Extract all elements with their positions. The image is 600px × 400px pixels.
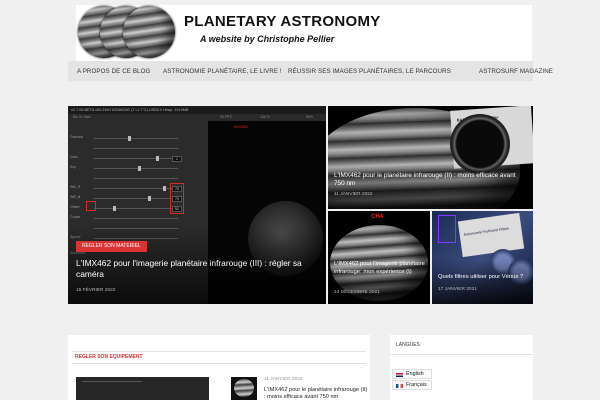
section-title[interactable]: REGLER SON EQUIPEMENT: [75, 354, 143, 360]
featured-post-main[interactable]: v2.7.06 BETA x64 ZWO ASI462MC (T=1.7°C) …: [68, 106, 326, 304]
slider-track[interactable]: [94, 178, 178, 179]
site-subtitle: A website by Christophe Pellier: [200, 34, 335, 44]
highlight-box: [438, 215, 456, 243]
language-label: Français: [406, 382, 427, 388]
nav-item-about[interactable]: A PROPOS DE CE BLOG: [68, 68, 159, 75]
post-title[interactable]: L'IMX462 pour le planétaire infrarouge (…: [334, 172, 526, 188]
nav-item-book[interactable]: ASTRONOMIE PLANÉTAIRE, LE LIVRE !: [154, 68, 291, 75]
highlight-box: [170, 183, 184, 214]
software-camera-tag: IMX462: [234, 124, 248, 129]
post-title[interactable]: L'IMX462 pour l'imagerie planétaire infr…: [76, 258, 316, 280]
setting-label: WB_B: [70, 195, 81, 199]
setting-label: Gain: [70, 155, 78, 159]
nav-item-course[interactable]: RÉUSSIR SES IMAGES PLANÉTAIRES, LE PARCO…: [279, 68, 460, 75]
post-date: 15 FÉVRIER 2022: [76, 288, 116, 293]
post-title[interactable]: Quels filtres utiliser pour Vénus ?: [438, 273, 530, 281]
main-nav: A PROPOS DE CE BLOG ASTRONOMIE PLANÉTAIR…: [68, 61, 553, 81]
jupiter-image: [234, 379, 254, 397]
post-thumbnail-small[interactable]: [231, 377, 257, 400]
section-header: REGLER SON EQUIPEMENT: [72, 351, 366, 364]
setting-label: Cooler: [70, 215, 81, 219]
software-titlebar: v2.7.06 BETA x64 ZWO ASI462MC (T=1.7°C) …: [68, 106, 326, 114]
software-percent: 50%: [306, 115, 314, 119]
slider-track[interactable]: [94, 168, 178, 169]
slider-handle[interactable]: [113, 206, 116, 211]
software-zoom: 100 %: [260, 115, 270, 119]
thumbnail-detail: [82, 381, 142, 382]
language-english[interactable]: English: [392, 369, 432, 379]
widget-header: LANGUES: [390, 335, 533, 355]
language-label: English: [406, 371, 424, 377]
featured-post-right-end[interactable]: Astronomik ProPlanet Filters Quels filtr…: [432, 211, 533, 304]
slider-handle[interactable]: [138, 166, 141, 171]
highlight-box: [86, 201, 96, 211]
setting-label: Offset: [70, 205, 80, 209]
slider-track[interactable]: [94, 138, 178, 139]
ch4-label: CH4: [371, 214, 384, 220]
site-header: PLANETARY ASTRONOMY A website by Christo…: [0, 0, 600, 95]
site-logo[interactable]: PLANETARY ASTRONOMY A website by Christo…: [76, 5, 532, 61]
nav-item-magazine[interactable]: ASTROSURF MAGAZINE: [470, 68, 562, 75]
software-toolbar-text: Bin 2x Gain: [73, 115, 92, 119]
featured-grid: v2.7.06 BETA x64 ZWO ASI462MC (T=1.7°C) …: [0, 95, 600, 315]
post-date: 17 JANVIER 2021: [438, 287, 477, 292]
setting-value-field[interactable]: 1: [172, 156, 182, 162]
slider-track[interactable]: [94, 218, 178, 219]
post-title[interactable]: L'IMX462 pour l'imagerie planétaire infr…: [334, 261, 426, 276]
widget-title: LANGUES: [396, 342, 420, 348]
content-area: REGLER SON EQUIPEMENT 11 JANVIER 2022 L'…: [68, 335, 370, 400]
language-french[interactable]: Français: [392, 380, 432, 390]
category-badge[interactable]: REGLER SON MATERIEL: [76, 241, 147, 252]
site-title[interactable]: PLANETARY ASTRONOMY: [184, 13, 381, 30]
setting-label: WB_R: [70, 185, 81, 189]
lower-section: REGLER SON EQUIPEMENT 11 JANVIER 2022 L'…: [0, 315, 600, 400]
slider-handle[interactable]: [128, 136, 131, 141]
post-date: 11 JANVIER 2022: [264, 377, 303, 382]
slider-track[interactable]: [94, 158, 178, 159]
featured-post-right-mid[interactable]: CH4 L'IMX462 pour l'imagerie planétaire …: [328, 211, 430, 304]
slider-track[interactable]: [94, 208, 178, 209]
uk-flag-icon: [396, 372, 403, 377]
software-fps: 50 FPS: [220, 115, 232, 119]
post-title[interactable]: L'IMX462 pour le planétaire infrarouge (…: [264, 387, 368, 400]
slider-handle[interactable]: [163, 186, 166, 191]
fr-flag-icon: [396, 383, 403, 388]
slider-track[interactable]: [94, 198, 178, 199]
setting-label: Gamma: [70, 135, 83, 139]
software-toolbar: Bin 2x Gain 50 FPS 100 % 50%: [68, 114, 326, 121]
post-date: 11 JANVIER 2022: [334, 192, 373, 197]
featured-post-right-top[interactable]: BAADER IR-Pass-Filter L'IMX462 pour le p…: [328, 106, 533, 209]
post-date: 14 DÉCEMBRE 2021: [334, 290, 380, 295]
planet-image: [123, 6, 175, 58]
slider-track[interactable]: [94, 148, 178, 149]
setting-label: Exp: [70, 165, 77, 169]
slider-handle[interactable]: [156, 156, 159, 161]
post-thumbnail[interactable]: [76, 377, 209, 400]
section-divider: [72, 351, 366, 352]
sidebar-widget: LANGUES English Français: [390, 335, 533, 400]
filter-card-text: Astronomik ProPlanet Filters: [463, 226, 510, 237]
slider-handle[interactable]: [148, 196, 151, 201]
tile-overlay: [432, 259, 533, 304]
